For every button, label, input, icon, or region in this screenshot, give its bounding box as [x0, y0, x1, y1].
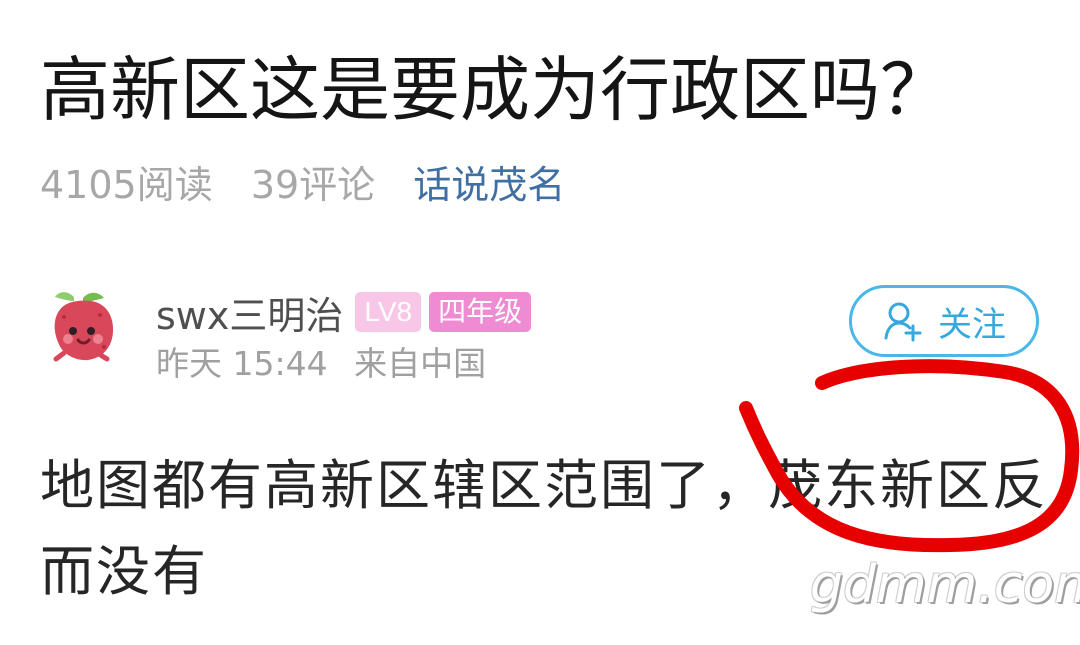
add-user-icon: [884, 302, 922, 342]
read-count: 4105阅读: [40, 163, 213, 207]
follow-label: 关注: [938, 304, 1006, 345]
post-meta: 昨天 15:44 来自中国: [156, 341, 502, 387]
article-meta: 4105阅读 39评论 话说茂名: [40, 160, 591, 210]
avatar[interactable]: [46, 287, 120, 365]
comment-count[interactable]: 39评论: [251, 163, 375, 207]
level-badge: LV8: [355, 292, 422, 332]
author-line: swx三明治 LV8 四年级: [156, 289, 539, 338]
follow-button[interactable]: 关注: [849, 285, 1039, 357]
post-location: 来自中国: [354, 344, 487, 383]
topic-link[interactable]: 话说茂名: [413, 163, 565, 207]
article-title: 高新区这是要成为行政区吗？: [40, 49, 950, 131]
grade-badge: 四年级: [429, 292, 532, 332]
site-watermark: gdmm.com: [810, 555, 1080, 615]
post-time: 昨天 15:44: [156, 344, 328, 383]
author-name[interactable]: swx三明治: [156, 285, 343, 340]
